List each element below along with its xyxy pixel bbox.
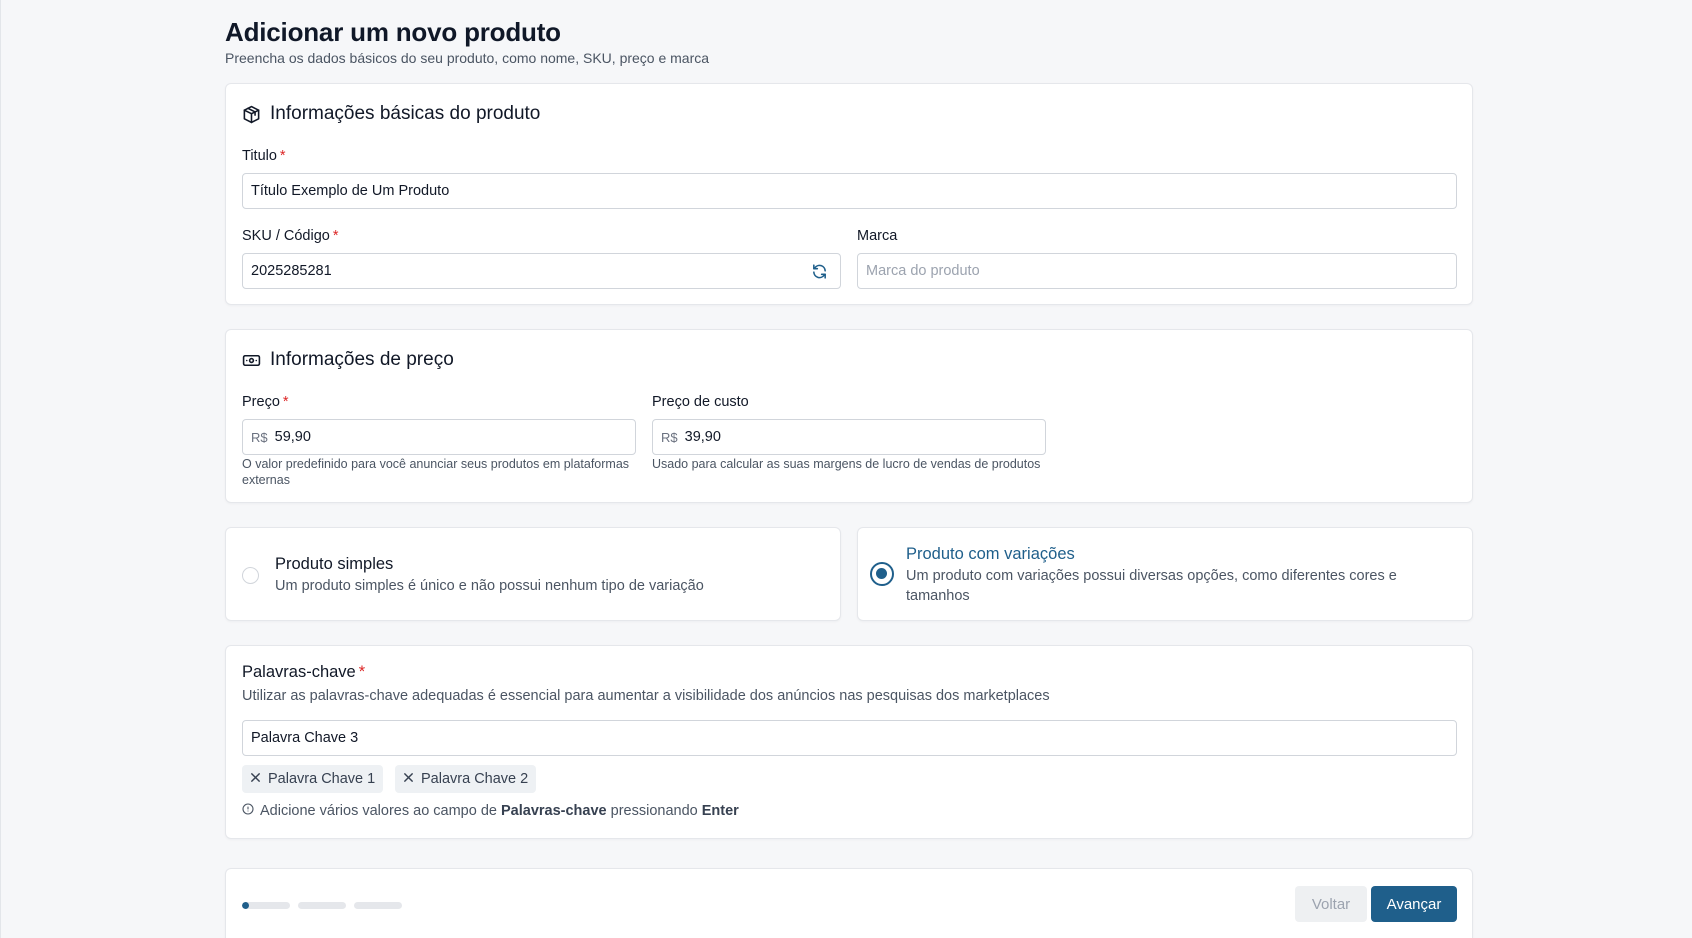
- cost-value: 39,90: [684, 429, 721, 445]
- sku-label-text: SKU / Código: [242, 228, 330, 244]
- footer-card: Voltar Avançar: [225, 868, 1473, 938]
- left-border: [0, 0, 1, 938]
- keywords-card: Palavras-chave * Utilizar as palavras-cha…: [225, 645, 1473, 839]
- keywords-label-text: Palavras-chave: [242, 663, 356, 681]
- pricing-header: Informações de preço: [242, 349, 454, 371]
- brand-placeholder: Marca do produto: [866, 263, 980, 279]
- progress-step-1-fill: [242, 902, 250, 909]
- price-help: O valor predefinido para você anunciar s…: [242, 457, 630, 487]
- keywords-description: Utilizar as palavras-chave adequadas é e…: [242, 688, 1050, 704]
- info-icon: [242, 803, 254, 819]
- variations-product-radio[interactable]: [870, 562, 894, 586]
- page-title: Adicionar um novo produto: [225, 17, 561, 47]
- title-label: Titulo *: [242, 148, 286, 164]
- pricing-card: Informações de preço Preço * R$ 59,90 O v…: [225, 329, 1473, 503]
- keywords-hint: Adicione vários valores ao campo de Pala…: [242, 803, 739, 819]
- required-mark: *: [279, 148, 286, 164]
- back-button[interactable]: Voltar: [1295, 886, 1367, 922]
- required-mark: *: [358, 663, 366, 681]
- basic-info-card: Informações básicas do produto Titulo * T…: [225, 83, 1473, 305]
- brand-input[interactable]: Marca do produto: [857, 253, 1457, 289]
- sku-input-value: 2025285281: [251, 263, 332, 279]
- basic-info-title: Informações básicas do produto: [270, 103, 541, 124]
- title-input-value: Título Exemplo de Um Produto: [251, 183, 450, 199]
- hint-key: Enter: [701, 803, 739, 819]
- next-button[interactable]: Avançar: [1371, 886, 1457, 922]
- variations-product-description: Um produto com variações possui diversas…: [906, 568, 1397, 604]
- refresh-icon[interactable]: [811, 263, 828, 284]
- price-label: Preço *: [242, 394, 289, 410]
- hint-field: Palavras-chave: [501, 803, 607, 819]
- keyword-chip-label: Palavra Chave 2: [421, 771, 529, 787]
- cost-input[interactable]: R$ 39,90: [652, 419, 1046, 455]
- simple-product-description: Um produto simples é único e não possui …: [275, 578, 704, 594]
- price-label-text: Preço: [242, 394, 280, 410]
- option-variations-product[interactable]: Produto com variações Um produto com var…: [857, 527, 1473, 621]
- hint-text: Adicione vários valores ao campo de Pala…: [260, 803, 739, 819]
- pricing-title: Informações de preço: [270, 349, 454, 370]
- option-simple-product[interactable]: Produto simples Um produto simples é úni…: [225, 527, 841, 621]
- close-icon[interactable]: [403, 771, 414, 787]
- required-mark: *: [332, 228, 339, 244]
- variations-product-title: Produto com variações: [906, 545, 1075, 563]
- close-icon[interactable]: [250, 771, 261, 787]
- required-mark: *: [282, 394, 289, 410]
- simple-product-radio[interactable]: [242, 567, 259, 584]
- keywords-input-value: Palavra Chave 3: [251, 730, 359, 746]
- keywords-label: Palavras-chave *: [242, 663, 365, 682]
- keyword-chip-label: Palavra Chave 1: [268, 771, 376, 787]
- page-subtitle: Preencha os dados básicos do seu produto…: [225, 50, 710, 66]
- radio-selected-dot: [876, 568, 887, 579]
- cost-help: Usado para calcular as suas margens de l…: [652, 457, 1041, 471]
- brand-label: Marca: [857, 228, 898, 244]
- hint-middle: pressionando: [610, 803, 698, 819]
- title-label-text: Titulo: [242, 148, 277, 164]
- progress-step-2: [298, 902, 346, 909]
- package-icon: [242, 105, 261, 124]
- simple-product-title: Produto simples: [275, 555, 394, 573]
- sku-input[interactable]: 2025285281: [242, 253, 841, 289]
- banknote-icon: [242, 351, 261, 370]
- progress-step-1: [242, 902, 290, 909]
- keywords-input[interactable]: Palavra Chave 3: [242, 720, 1457, 756]
- price-value: 59,90: [274, 429, 311, 445]
- currency-prefix: R$: [661, 429, 678, 445]
- sku-label: SKU / Código *: [242, 228, 339, 244]
- progress-step-3: [354, 902, 402, 909]
- basic-info-header: Informações básicas do produto: [242, 103, 540, 125]
- currency-prefix: R$: [251, 429, 268, 445]
- title-input[interactable]: Título Exemplo de Um Produto: [242, 173, 1457, 209]
- hint-prefix: Adicione vários valores ao campo de: [260, 803, 497, 819]
- cost-label: Preço de custo: [652, 394, 749, 410]
- keyword-chip: Palavra Chave 2: [395, 765, 537, 793]
- keyword-chip: Palavra Chave 1: [242, 765, 384, 793]
- price-input[interactable]: R$ 59,90: [242, 419, 636, 455]
